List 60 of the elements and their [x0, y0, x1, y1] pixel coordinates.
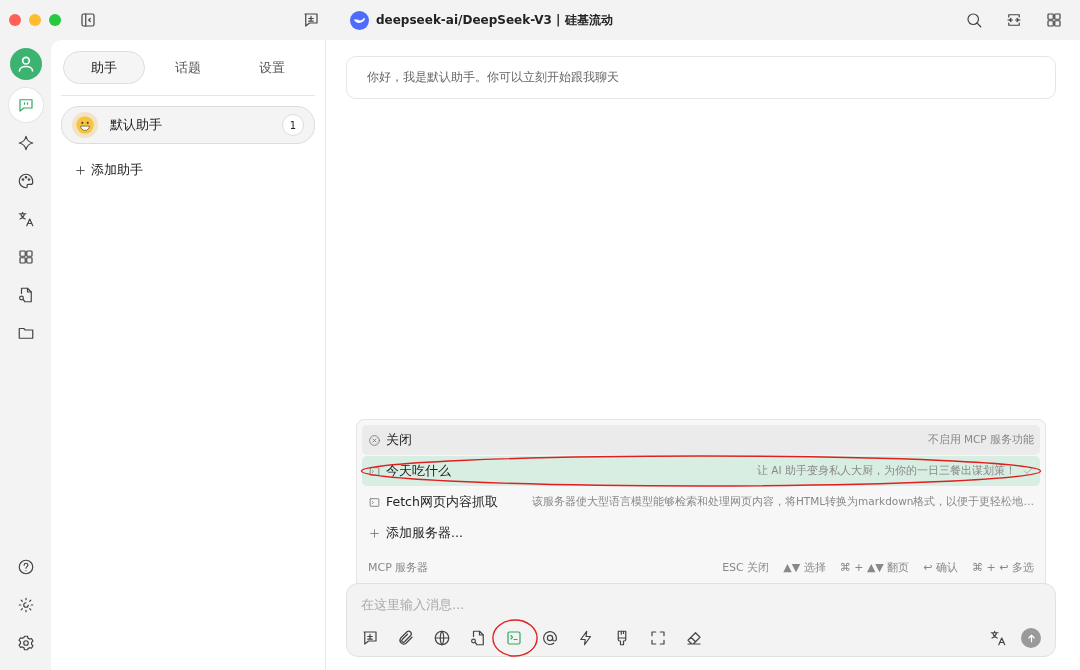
keyboard-hint: ⌘ + ↩ 多选	[972, 559, 1034, 575]
server-name: Fetch网页内容抓取	[386, 493, 498, 511]
sidebar-tab[interactable]: 设置	[231, 51, 313, 84]
server-name: 今天吃什么	[386, 462, 451, 480]
menu-footer-title: MCP 服务器	[368, 559, 429, 575]
check-icon	[1022, 465, 1034, 477]
at-sign-icon[interactable]	[541, 629, 559, 647]
keyboard-hint: ⌘ + ▲▼ 翻页	[839, 559, 910, 575]
keyboard-hint: ▲▼ 选择	[783, 559, 826, 575]
chat-bubble-icon	[16, 96, 35, 114]
user-icon	[15, 54, 36, 74]
expand-icon[interactable]	[649, 629, 667, 647]
close-window-button[interactable]	[9, 14, 21, 26]
mcp-server-item[interactable]: 关闭 不启用 MCP 服务功能	[362, 425, 1040, 455]
grid-icon	[16, 248, 35, 266]
window-title: deepseek-ai/DeepSeek-V3 | 硅基流动	[376, 11, 613, 29]
plus-icon[interactable]	[74, 163, 87, 177]
message-input-box[interactable]: 在这里输入消息...	[346, 583, 1056, 657]
message-input-field[interactable]: 在这里输入消息...	[361, 594, 1041, 615]
terminal-icon	[368, 495, 381, 509]
assistant-item[interactable]: 默认助手 1	[61, 106, 315, 144]
terminal-icon[interactable]	[505, 629, 523, 647]
settings-icon	[16, 634, 35, 652]
eraser-icon[interactable]	[685, 629, 703, 647]
help-icon	[16, 558, 35, 576]
server-name: 添加服务器...	[386, 524, 463, 542]
sidebar-toggle-icon[interactable]	[79, 11, 97, 29]
translate-icon	[16, 210, 35, 228]
send-button[interactable]	[1021, 628, 1041, 648]
terminal-icon	[368, 464, 381, 478]
plus-icon	[368, 526, 381, 540]
new-chat-icon[interactable]	[361, 629, 379, 647]
split-view-icon[interactable]	[1005, 11, 1023, 29]
keyboard-hint: ESC 关闭	[722, 559, 770, 575]
sparkle-icon	[16, 134, 35, 152]
palette-icon	[16, 172, 35, 190]
server-description: 该服务器使大型语言模型能够检索和处理网页内容，将HTML转换为markdown格式，以便于更轻松地…	[530, 495, 1034, 509]
smiley-icon	[72, 112, 98, 138]
translate-icon[interactable]	[989, 629, 1007, 647]
sidebar-tab[interactable]: 助手	[63, 51, 145, 84]
server-description: 不启用 MCP 服务功能	[926, 433, 1034, 447]
search-icon[interactable]	[965, 11, 983, 29]
add-assistant-button[interactable]: 添加助手	[91, 161, 143, 179]
sun-moon-icon	[16, 596, 35, 614]
mcp-server-item[interactable]: Fetch网页内容抓取 该服务器使大型语言模型能够检索和处理网页内容，将HTML转换为markdown格式，以便于更轻松地…	[362, 487, 1040, 517]
close-icon	[368, 433, 381, 447]
user-avatar[interactable]	[9, 48, 42, 80]
paperclip-icon[interactable]	[397, 629, 415, 647]
file-search-icon	[16, 286, 35, 304]
topic-count: 1	[282, 114, 304, 136]
add-server-item[interactable]: 添加服务器...	[362, 518, 1040, 548]
new-chat-icon[interactable]	[302, 11, 320, 29]
sidebar-tab[interactable]: 话题	[147, 51, 229, 84]
file-search-icon[interactable]	[469, 629, 487, 647]
assistant-name: 默认助手	[110, 116, 163, 134]
server-name: 关闭	[386, 431, 412, 449]
globe-icon[interactable]	[433, 629, 451, 647]
greeting-message: 你好，我是默认助手。你可以立刻开始跟我聊天	[346, 56, 1056, 99]
keyboard-hint: ↩ 确认	[923, 559, 959, 575]
grid-icon[interactable]	[1045, 11, 1063, 29]
